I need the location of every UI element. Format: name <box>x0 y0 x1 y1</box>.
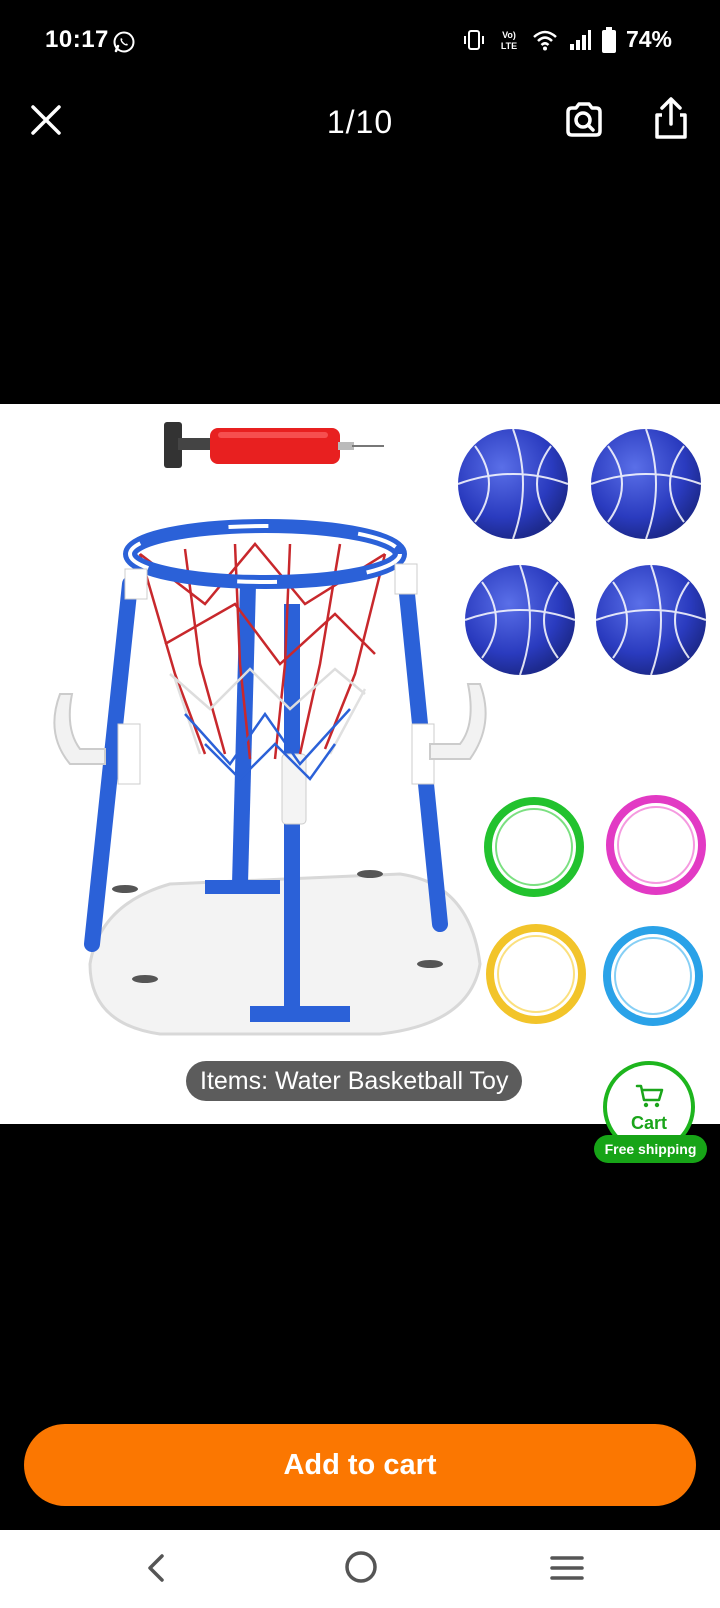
cart-label: Cart <box>630 1113 667 1133</box>
wifi-icon <box>533 30 557 50</box>
image-caption: Items: Water Basketball Toy <box>186 1061 523 1101</box>
status-time: 10:17 <box>45 26 109 53</box>
viewer-top-bar: 1/10 <box>0 84 720 160</box>
battery-percent: 74% <box>625 26 672 52</box>
vibrate-icon <box>463 29 484 50</box>
air-pump-image <box>164 422 384 468</box>
toss-rings-image <box>484 795 706 1026</box>
back-icon[interactable] <box>138 1550 174 1586</box>
signal-icon <box>569 29 591 50</box>
volte-icon: Vo) LTE <box>501 30 517 51</box>
product-image[interactable] <box>0 404 720 1124</box>
image-counter: 1/10 <box>326 104 394 140</box>
svg-text:Vo): Vo) <box>502 30 516 40</box>
recents-icon[interactable] <box>548 1552 586 1584</box>
svg-text:LTE: LTE <box>501 41 517 51</box>
home-icon[interactable] <box>342 1548 380 1586</box>
share-icon[interactable] <box>650 96 692 142</box>
hoop-stand-image <box>53 519 487 1036</box>
add-to-cart-button[interactable]: Add to cart <box>24 1424 696 1506</box>
free-shipping-badge: Free shipping <box>594 1135 707 1163</box>
whatsapp-icon <box>113 31 135 53</box>
status-icons: Vo) LTE 74% <box>462 26 672 53</box>
cart-icon <box>635 1084 664 1108</box>
status-bar: 10:17 Vo) LTE 74% <box>0 0 720 84</box>
battery-icon <box>601 26 616 53</box>
camera-search-icon[interactable] <box>562 98 606 142</box>
system-nav-bar <box>0 1530 720 1608</box>
basketballs-image <box>457 428 707 676</box>
